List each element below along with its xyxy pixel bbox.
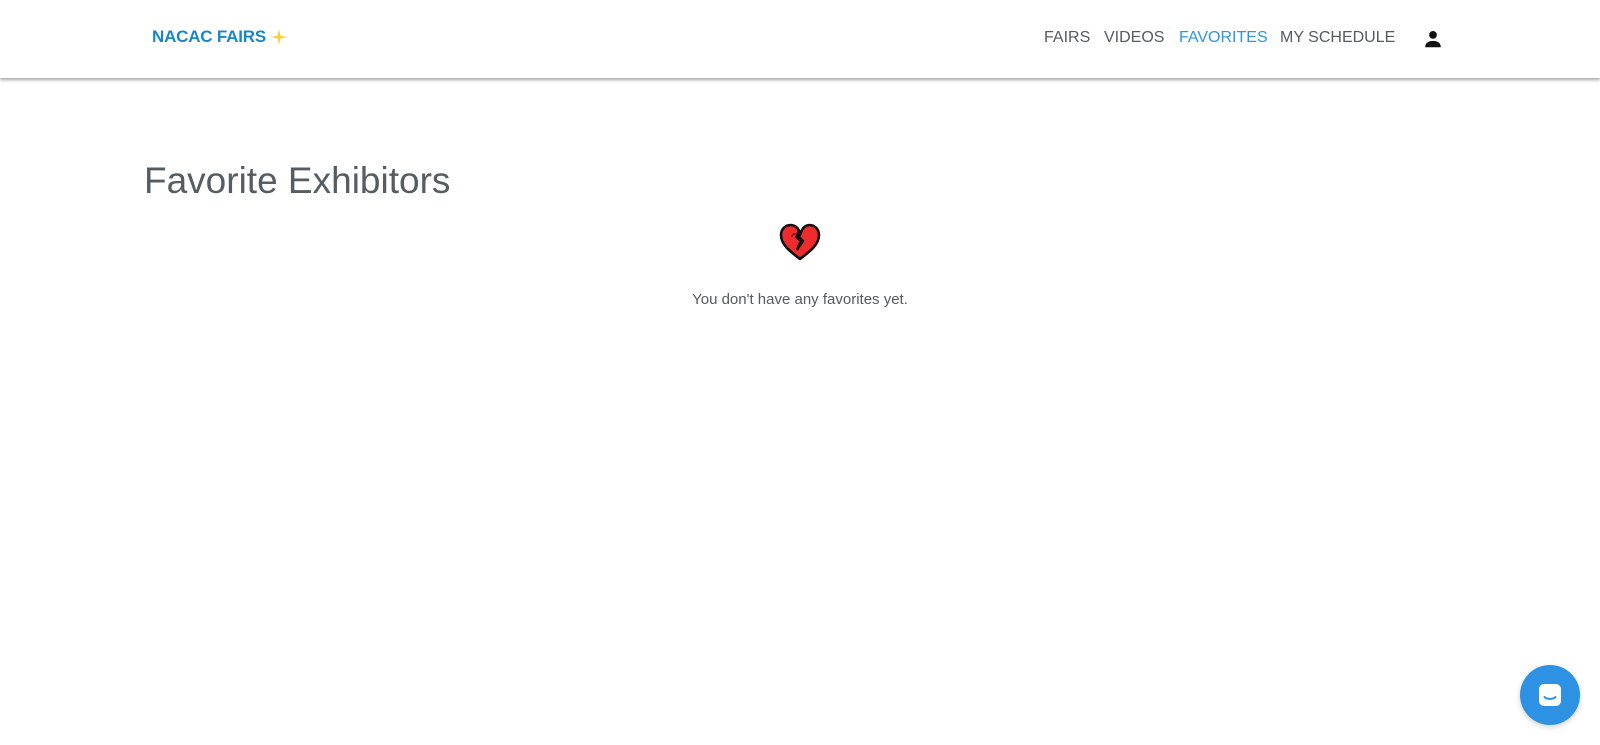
nav-videos[interactable]: VIDEOS [1104,29,1164,47]
main-nav: FAIRS VIDEOS FAVORITES MY SCHEDULE [0,0,1600,78]
nav-favorites[interactable]: FAVORITES [1179,29,1268,47]
page-title: Favorite Exhibitors [144,160,451,201]
chat-icon [1539,684,1561,706]
person-icon[interactable] [1422,28,1444,50]
nav-fairs[interactable]: FAIRS [1044,29,1090,47]
top-navigation-bar: NACAC FAIRS FAIRS VIDEOS FAVORITES MY SC… [0,0,1600,78]
broken-heart-icon [779,223,821,261]
chat-launcher-button[interactable] [1520,665,1580,725]
nav-my-schedule[interactable]: MY SCHEDULE [1280,29,1395,47]
empty-favorites-state: You don't have any favorites yet. [0,222,1600,308]
empty-message: You don't have any favorites yet. [692,291,908,308]
